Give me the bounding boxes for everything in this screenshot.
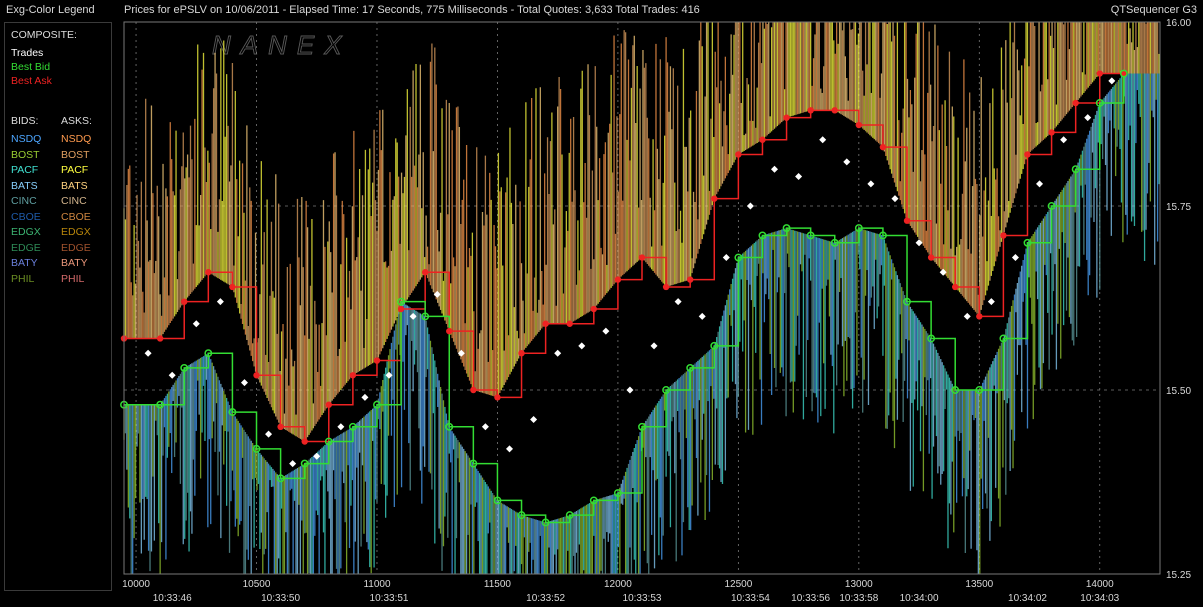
legend-ask-phil: PHIL <box>61 272 85 285</box>
x-tick-label: 13000 <box>845 579 873 590</box>
legend-ask-baty: BATY <box>61 257 88 269</box>
time-label: 10:33:56 <box>791 593 830 604</box>
best-ask-point <box>373 357 381 364</box>
y-tick-label: 15.25 <box>1166 570 1191 581</box>
best-ask-point <box>711 195 718 202</box>
best-ask-point <box>783 114 790 121</box>
best-ask-point <box>1024 151 1031 158</box>
best-ask-point <box>662 283 670 291</box>
legend-bid-phil: PHIL <box>11 272 35 285</box>
chart-title: Prices for ePSLV on 10/06/2011 - Elapsed… <box>124 4 700 16</box>
legend-best-bid: Best Bid <box>11 61 51 73</box>
best-ask-point <box>421 269 429 276</box>
legend-ask-edge: EDGE <box>61 241 91 254</box>
legend-ask-cinc: CINC <box>61 195 87 207</box>
legend-bid-edgx: EDGX <box>11 226 41 238</box>
best-ask-point <box>879 143 887 151</box>
x-tick-label: 10000 <box>122 579 150 590</box>
legend-ask-bats: BATS <box>61 179 88 192</box>
time-label: 10:33:46 <box>153 593 192 604</box>
legend-bid-bats: BATS <box>11 179 38 192</box>
bids-label: BIDS: <box>11 115 39 127</box>
exchange-color-legend: COMPOSITE: Trades Best Bid Best Ask BIDS… <box>4 22 112 591</box>
best-ask-point <box>494 394 501 401</box>
best-ask-point <box>952 283 959 291</box>
best-ask-point <box>518 350 525 357</box>
best-ask-point <box>927 254 935 261</box>
legend-ask-bost: BOST <box>61 148 90 161</box>
best-ask-point <box>205 269 212 276</box>
best-ask-point <box>638 254 646 261</box>
legend-ask-nsdq: NSDQ <box>61 133 92 145</box>
best-ask-point <box>614 276 622 283</box>
legend-bid-edge: EDGE <box>11 241 41 254</box>
x-tick-label: 13500 <box>965 579 993 590</box>
legend-bid-nsdq: NSDQ <box>11 133 42 145</box>
best-ask-point <box>542 320 549 327</box>
legend-ask-pacf: PACF <box>61 164 89 176</box>
legend-bid-pacf: PACF <box>11 164 39 176</box>
legend-best-ask: Best Ask <box>11 75 52 87</box>
best-ask-point <box>759 136 766 143</box>
best-ask-point <box>566 320 573 327</box>
best-ask-point <box>903 217 911 224</box>
time-label: 10:34:02 <box>1008 593 1047 604</box>
best-ask-point <box>1072 99 1079 107</box>
y-tick-label: 15.50 <box>1166 386 1191 397</box>
best-ask-point <box>229 283 236 291</box>
best-ask-point <box>470 386 477 394</box>
best-ask-point <box>446 327 453 335</box>
best-ask-point <box>855 121 863 129</box>
app-name: QTSequencer G3 <box>1110 4 1197 16</box>
best-ask-point <box>156 335 164 342</box>
best-ask-point <box>1000 232 1007 239</box>
legend-ask-cboe: CBOE <box>61 210 91 223</box>
legend-trades: Trades <box>11 47 44 59</box>
title-bar: Exg-Color Legend Prices for ePSLV on 10/… <box>0 0 1203 20</box>
best-ask-point <box>277 423 284 430</box>
time-label: 10:33:53 <box>623 593 662 604</box>
best-ask-point <box>253 372 260 379</box>
legend-bid-cinc: CINC <box>11 195 37 207</box>
legend-bid-baty: BATY <box>11 257 38 269</box>
time-label: 10:33:52 <box>526 593 565 604</box>
best-ask-point <box>1096 70 1103 77</box>
x-tick-label: 10500 <box>243 579 271 590</box>
best-ask-point <box>735 151 742 158</box>
time-label: 10:34:03 <box>1080 593 1119 604</box>
y-tick-label: 15.75 <box>1166 202 1191 213</box>
best-ask-point <box>1048 129 1055 136</box>
legend-bid-cboe: CBOE <box>11 210 41 223</box>
asks-label: ASKS: <box>61 115 92 127</box>
time-label: 10:33:50 <box>261 593 300 604</box>
composite-label: COMPOSITE: <box>11 29 77 41</box>
legend-title: Exg-Color Legend <box>6 4 95 16</box>
watermark-text: NANEX <box>212 30 352 60</box>
best-ask-point <box>349 372 357 379</box>
best-ask-point <box>181 298 188 305</box>
best-ask-point <box>686 276 694 283</box>
legend-ask-edgx: EDGX <box>61 226 91 238</box>
best-ask-point <box>831 107 838 114</box>
best-ask-point <box>807 107 814 114</box>
time-label: 10:33:54 <box>731 593 770 604</box>
best-ask-point <box>590 305 598 313</box>
x-tick-label: 12000 <box>604 579 632 590</box>
best-ask-point <box>301 438 308 445</box>
time-label: 10:33:51 <box>370 593 409 604</box>
x-tick-label: 12500 <box>724 579 752 590</box>
time-label: 10:33:58 <box>839 593 878 604</box>
price-chart: NANEX 15.2515.5015.7516.0010000 10500 1100… <box>120 18 1191 604</box>
x-tick-label: 14000 <box>1086 579 1114 590</box>
x-tick-label: 11000 <box>363 579 391 590</box>
best-ask-point <box>325 401 332 408</box>
best-ask-point <box>976 313 983 320</box>
x-tick-label: 11500 <box>484 579 512 590</box>
best-ask-point <box>397 305 405 313</box>
time-label: 10:34:00 <box>900 593 939 604</box>
legend-bid-bost: BOST <box>11 148 40 161</box>
